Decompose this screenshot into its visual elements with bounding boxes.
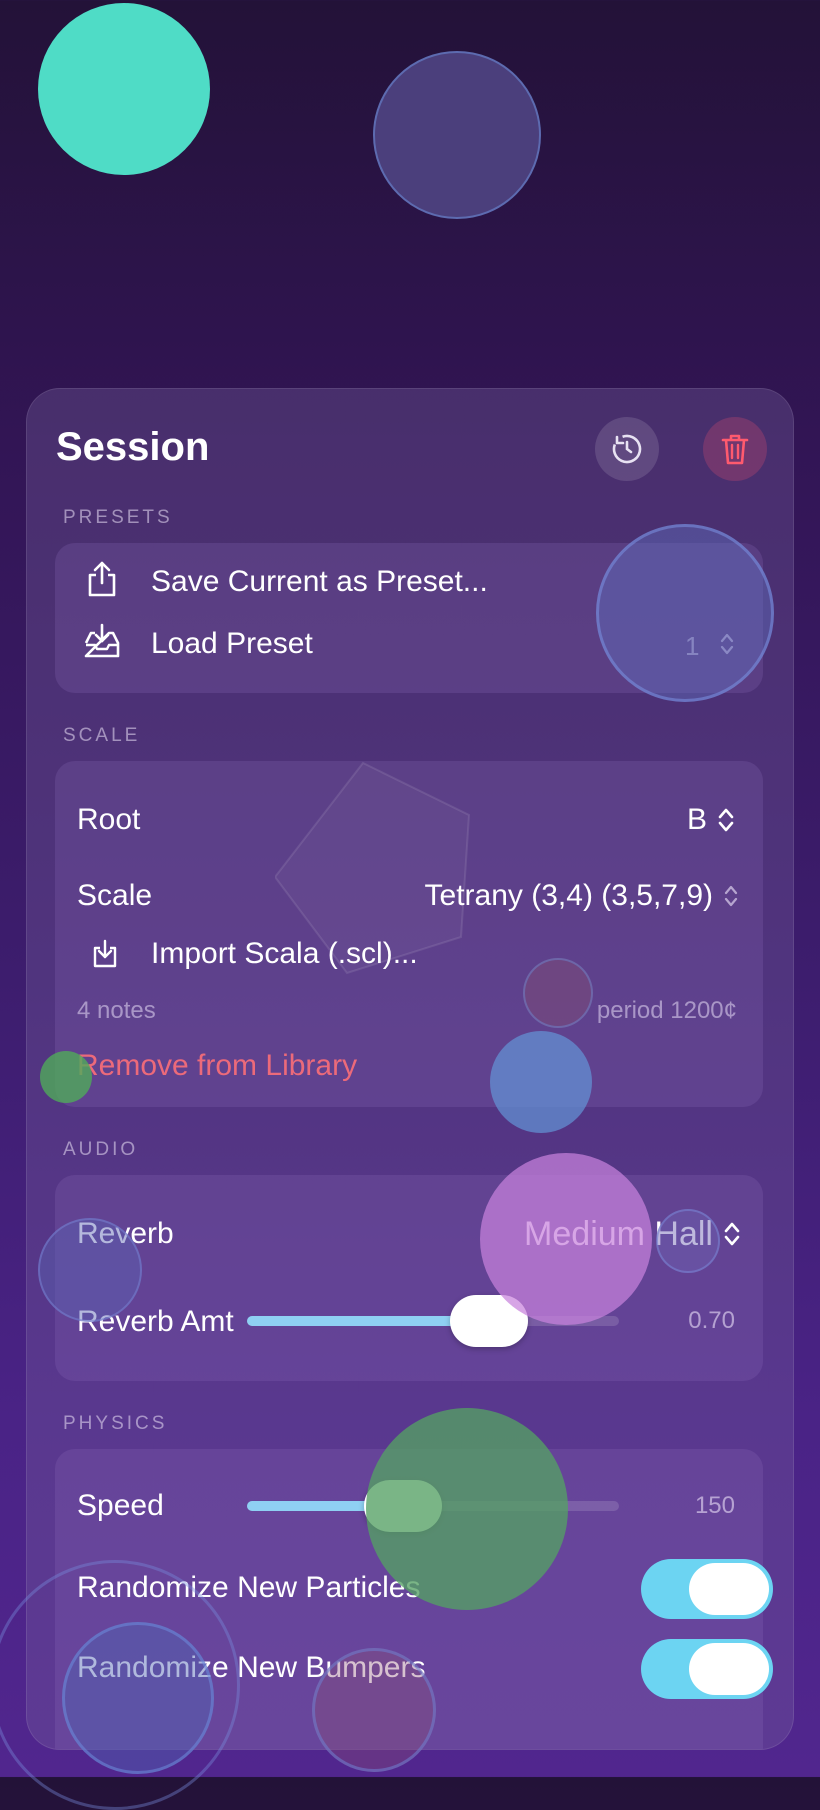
chevron-up-down-icon bbox=[724, 885, 738, 907]
share-icon bbox=[88, 561, 116, 597]
section-label-audio: AUDIO bbox=[63, 1139, 139, 1160]
particle bbox=[373, 51, 541, 219]
session-panel: Session PRESETS Save Current as Preset..… bbox=[26, 388, 794, 1750]
save-preset-button[interactable]: Save Current as Preset... bbox=[55, 551, 763, 611]
reset-button[interactable] bbox=[595, 417, 659, 481]
scale-picker[interactable]: Tetrany (3,4) (3,5,7,9) bbox=[345, 871, 743, 917]
toggle-knob bbox=[689, 1563, 769, 1615]
root-label: Root bbox=[77, 803, 141, 836]
audio-card: Reverb Medium Hall Reverb Amt 0.70 bbox=[55, 1175, 763, 1381]
section-label-physics: PHYSICS bbox=[63, 1413, 168, 1434]
scale-card: Root B Scale Tetrany (3,4) (3,5,7,9) Imp… bbox=[55, 761, 763, 1107]
period-readout: period 1200¢ bbox=[596, 997, 737, 1024]
remove-from-library-button[interactable]: Remove from Library bbox=[77, 1049, 357, 1083]
chevron-up-down-icon bbox=[718, 808, 734, 832]
notes-count: 4 notes bbox=[77, 997, 156, 1024]
root-picker[interactable]: B bbox=[615, 797, 735, 843]
tray-download-icon bbox=[84, 623, 120, 658]
randomize-bumpers-toggle[interactable] bbox=[641, 1639, 773, 1699]
speed-value: 150 bbox=[694, 1492, 735, 1519]
reverb-amount-label: Reverb Amt bbox=[77, 1305, 234, 1338]
reverb-amount-value: 0.70 bbox=[688, 1307, 735, 1334]
physics-card: Speed 150 Randomize New Particles Random… bbox=[55, 1449, 773, 1749]
speed-label: Speed bbox=[77, 1489, 164, 1522]
section-label-presets: PRESETS bbox=[63, 507, 173, 528]
reverb-amount-slider[interactable] bbox=[247, 1295, 619, 1347]
root-value: B bbox=[686, 803, 707, 836]
panel-title: Session bbox=[56, 425, 210, 469]
reverb-label: Reverb bbox=[77, 1217, 174, 1250]
import-scala-button[interactable]: Import Scala (.scl)... bbox=[55, 927, 763, 981]
randomize-bumpers-label: Randomize New Bumpers bbox=[77, 1651, 426, 1684]
reverb-picker[interactable]: Medium Hall bbox=[415, 1209, 741, 1259]
particle bbox=[38, 3, 210, 175]
save-preset-label: Save Current as Preset... bbox=[151, 565, 488, 598]
scale-value: Tetrany (3,4) (3,5,7,9) bbox=[424, 879, 713, 912]
load-preset-button[interactable]: Load Preset 1 bbox=[55, 611, 763, 673]
import-scala-label: Import Scala (.scl)... bbox=[151, 937, 418, 970]
slider-thumb[interactable] bbox=[364, 1480, 443, 1532]
speed-slider[interactable] bbox=[247, 1480, 619, 1532]
toggle-knob bbox=[689, 1643, 769, 1695]
randomize-particles-toggle[interactable] bbox=[641, 1559, 773, 1619]
reverb-value: Medium Hall bbox=[524, 1215, 713, 1253]
randomize-particles-label: Randomize New Particles bbox=[77, 1571, 421, 1604]
import-icon bbox=[93, 939, 117, 968]
scale-label: Scale bbox=[77, 879, 153, 912]
section-label-scale: SCALE bbox=[63, 725, 141, 746]
chevron-up-down-icon bbox=[720, 633, 734, 655]
load-preset-label: Load Preset bbox=[151, 627, 313, 660]
presets-card: Save Current as Preset... Load Preset 1 bbox=[55, 543, 763, 693]
preset-count: 1 bbox=[685, 631, 700, 661]
delete-button[interactable] bbox=[703, 417, 767, 481]
trash-icon bbox=[721, 434, 749, 465]
slider-thumb[interactable] bbox=[449, 1295, 528, 1347]
chevron-up-down-icon bbox=[724, 1222, 740, 1246]
reset-history-icon bbox=[612, 434, 642, 464]
